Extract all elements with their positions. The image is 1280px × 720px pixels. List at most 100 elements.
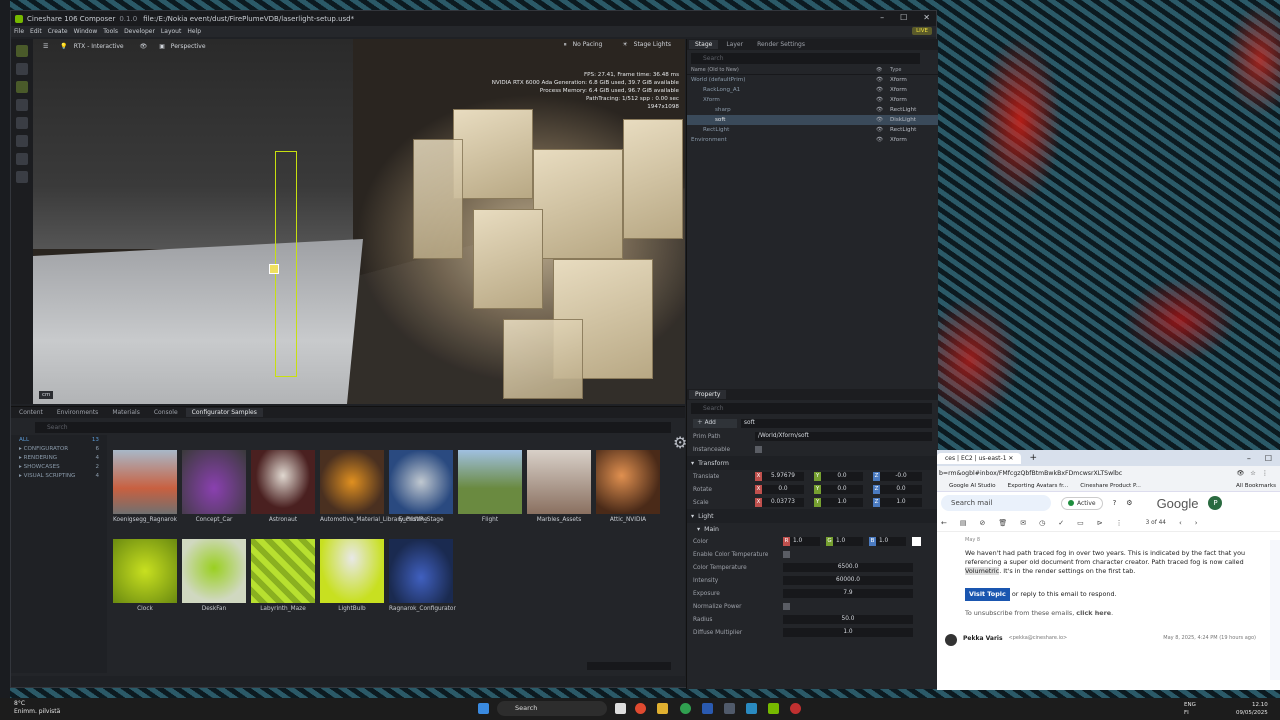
asset-thumbnail[interactable]: DeskFan xyxy=(182,539,246,619)
minimize-icon[interactable]: – xyxy=(1247,454,1251,463)
scale-tool-icon[interactable] xyxy=(16,117,28,129)
word-icon[interactable] xyxy=(702,703,713,714)
transform-section[interactable]: ▾ Transform xyxy=(687,456,938,470)
exposure-field[interactable]: 7.9 xyxy=(783,589,913,598)
category-item[interactable]: ▸ CONFIGURATOR 6 xyxy=(11,444,107,453)
instanceable-checkbox[interactable] xyxy=(755,446,762,453)
asset-thumbnail[interactable]: LightBulb xyxy=(320,539,384,619)
settings-tool-icon[interactable] xyxy=(16,171,28,183)
tree-row[interactable]: Environment 👁 Xform xyxy=(687,135,938,145)
move-icon[interactable]: ▭ xyxy=(1077,519,1084,527)
weather-widget[interactable]: 8°C Enimm. pilvistä xyxy=(14,700,60,716)
visibility-icon[interactable]: 👁 xyxy=(876,117,890,123)
browser-actions-icon[interactable]: 👁☆⋮ xyxy=(1236,469,1280,477)
property-search-input[interactable]: Search xyxy=(691,403,932,414)
asset-thumbnail[interactable]: Attic_NVIDIA xyxy=(596,450,660,530)
thumbnail-size-slider[interactable] xyxy=(587,662,671,670)
asset-thumbnail[interactable]: Labyrinth_Maze xyxy=(251,539,315,619)
asset-thumbnail[interactable]: Automotive_Material_Library_Pristine xyxy=(320,450,428,530)
visibility-icon[interactable]: 👁 xyxy=(876,107,890,113)
app-icon-2[interactable] xyxy=(790,703,801,714)
browser-tab[interactable]: ces | EC2 | us-east-1 ✕ xyxy=(937,452,1022,464)
task-icon[interactable]: ✓ xyxy=(1058,519,1064,527)
visibility-icon[interactable]: 👁 xyxy=(876,137,890,143)
maximize-icon[interactable]: ☐ xyxy=(900,13,907,22)
intensity-field[interactable]: 60000.0 xyxy=(783,576,913,585)
visibility-icon[interactable]: 👁 xyxy=(876,97,890,103)
asset-thumbnail[interactable]: Clock xyxy=(113,539,177,619)
translate-z-field[interactable]: -0.0 xyxy=(880,472,922,481)
composer-taskbar-icon[interactable] xyxy=(768,703,779,714)
translate-x-field[interactable]: 5.97679 xyxy=(762,472,804,481)
menu-file[interactable]: File xyxy=(14,28,24,35)
rotate-tool-icon[interactable] xyxy=(16,99,28,111)
explorer-icon[interactable] xyxy=(657,703,668,714)
light-gizmo-handle[interactable] xyxy=(269,264,279,274)
tab-render-settings[interactable]: Render Settings xyxy=(751,40,811,49)
gear-icon[interactable]: ⚙ xyxy=(1126,499,1132,507)
asset-thumbnail[interactable]: Ragnarok_Configurator xyxy=(389,539,456,619)
color-g-field[interactable]: 1.0 xyxy=(833,537,863,546)
tab-property[interactable]: Property xyxy=(689,390,727,399)
tab-configurator-samples[interactable]: Configurator Samples xyxy=(185,408,263,417)
chrome-profile-icon[interactable] xyxy=(680,703,691,714)
asset-thumbnail[interactable]: Marbles_Assets xyxy=(527,450,591,530)
snap-tool-icon[interactable] xyxy=(16,135,28,147)
settings-gear-icon[interactable]: ⚙ xyxy=(673,433,687,452)
scale-y-field[interactable]: 1.0 xyxy=(821,498,863,507)
active-status[interactable]: Active xyxy=(1061,496,1103,510)
label-icon[interactable]: ⊳ xyxy=(1097,519,1103,527)
spam-icon[interactable]: ⊘ xyxy=(980,519,986,527)
mail-icon[interactable]: ✉ xyxy=(1020,519,1026,527)
prim-path-field[interactable]: /World/Xform/soft xyxy=(755,432,932,441)
close-icon[interactable]: ✕ xyxy=(923,13,930,22)
color-swatch[interactable] xyxy=(912,537,921,546)
tree-row[interactable]: RectLight 👁 RectLight xyxy=(687,125,938,135)
terminal-icon[interactable] xyxy=(724,703,735,714)
main-subsection[interactable]: ▾ Main xyxy=(687,523,938,535)
tab-console[interactable]: Console xyxy=(148,408,184,417)
menu-developer[interactable]: Developer xyxy=(124,28,155,35)
unsubscribe-link[interactable]: click here xyxy=(1076,609,1111,617)
tab-materials[interactable]: Materials xyxy=(106,408,146,417)
tree-row[interactable]: Xform 👁 Xform xyxy=(687,95,938,105)
normalize-checkbox[interactable] xyxy=(783,603,790,610)
prev-icon[interactable]: ‹ xyxy=(1179,519,1182,527)
translate-y-field[interactable]: 0.0 xyxy=(821,472,863,481)
asset-thumbnail[interactable]: Concept_Car xyxy=(182,450,246,530)
asset-thumbnail[interactable]: Astronaut xyxy=(251,450,315,530)
tab-layer[interactable]: Layer xyxy=(720,40,749,49)
rotate-y-field[interactable]: 0.0 xyxy=(821,485,863,494)
help-icon[interactable]: ? xyxy=(1113,499,1117,507)
ct-field[interactable]: 6500.0 xyxy=(783,563,913,572)
pacing-button[interactable]: ⏸ No Pacing xyxy=(560,40,611,50)
prim-name-field[interactable]: soft xyxy=(741,419,932,428)
clock[interactable]: 12.10 09/05/2025 xyxy=(1236,701,1268,717)
menu-tools[interactable]: Tools xyxy=(103,28,118,35)
radius-field[interactable]: 50.0 xyxy=(783,615,913,624)
pointer-tool-icon[interactable] xyxy=(16,63,28,75)
all-bookmarks[interactable]: All Bookmarks xyxy=(1236,483,1280,489)
category-item[interactable]: ▸ VISUAL SCRIPTING 4 xyxy=(11,471,107,480)
renderer-button[interactable]: 💡 RTX - Interactive xyxy=(56,42,131,51)
stage-search-input[interactable]: Search xyxy=(691,53,920,64)
taskview-icon[interactable] xyxy=(615,703,626,714)
menu-create[interactable]: Create xyxy=(48,28,68,35)
start-icon[interactable] xyxy=(478,703,489,714)
col-type-header[interactable]: Type xyxy=(890,67,934,74)
tree-row[interactable]: sharp 👁 RectLight xyxy=(687,105,938,115)
menu-edit[interactable]: Edit xyxy=(30,28,42,35)
language-indicator[interactable]: ENG FI xyxy=(1184,701,1196,717)
move-tool-icon[interactable] xyxy=(16,81,28,93)
content-search-input[interactable]: Search xyxy=(35,422,671,433)
bookmark-item[interactable]: Cineshare Product P... xyxy=(1080,483,1141,489)
tree-row-selected[interactable]: soft 👁 DiskLight xyxy=(687,115,938,125)
bookmark-item[interactable]: Exporting Avatars fr... xyxy=(1008,483,1069,489)
select-tool-icon[interactable] xyxy=(16,45,28,57)
asset-thumbnail[interactable]: EuclidVR_Stage xyxy=(389,450,453,530)
light-section[interactable]: ▾ Light xyxy=(687,509,938,523)
tree-row[interactable]: RackLong_A1 👁 Xform xyxy=(687,85,938,95)
play-icon[interactable] xyxy=(16,153,28,165)
lights-button[interactable]: ☀ Stage Lights xyxy=(618,40,679,50)
color-b-field[interactable]: 1.0 xyxy=(876,537,906,546)
